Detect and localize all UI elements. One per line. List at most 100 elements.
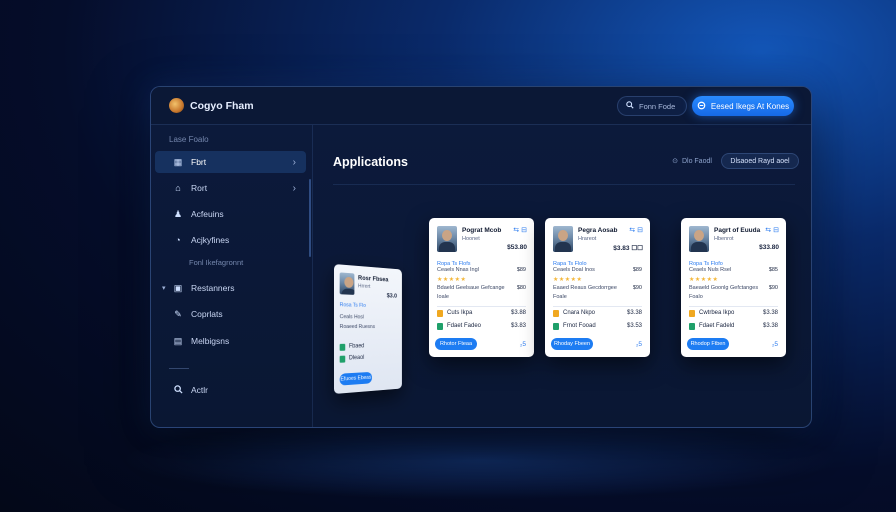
application-card[interactable]: Pegra Aosab Hrareot ⇆ ⊟ $3.83 ☐☐ Rapa Ts… (545, 218, 650, 357)
card-action-icons[interactable]: ⇆ ⊟ (765, 226, 779, 234)
avatar (553, 226, 573, 252)
card-feature-value: $3.38 (762, 310, 778, 316)
caret-down-icon: ▾ (162, 285, 166, 292)
pen-icon: ✎ (174, 308, 182, 319)
primary-action-label: Eesed Ikegs At Kones (710, 101, 790, 111)
card-row-label: Ceals Hosl (339, 314, 364, 321)
card-row: Ceals Hosl (340, 314, 397, 323)
avatar (339, 272, 355, 295)
card-row: Ceaels Nuls Rsel $85 (689, 267, 778, 276)
filter-chip-b[interactable]: Dlsaoed Rayd aoel (721, 153, 799, 169)
card-row-label: Ceaels Doal Inos (553, 267, 595, 273)
card-row-value: $90 (768, 285, 778, 291)
brand[interactable]: Cogyo Fham (169, 98, 254, 113)
card-pager[interactable]: ₂5 (772, 341, 778, 348)
sidebar-item-restanners[interactable]: ▾ ▣ Restanners (155, 277, 306, 299)
application-card[interactable]: Pograt Mcob Hoonet ⇆ ⊟ $53.80 Ropa Ts Fl… (429, 218, 534, 357)
card-name: Pagrt of Euuda (714, 227, 761, 234)
sidebar-item-label: Rort (191, 183, 208, 193)
card-feature-value: $3.38 (626, 310, 642, 316)
card-tag: Rosa Ts Flo (339, 302, 366, 309)
card-row-value: $80 (516, 285, 526, 291)
feature-icon (437, 309, 443, 317)
avatar (437, 226, 457, 252)
link-icon[interactable]: ⇆ (765, 227, 771, 234)
sidebar-scrollbar[interactable] (309, 179, 311, 257)
card-feature: Cnara Nkpo $3.38 (553, 308, 642, 318)
sidebar-item-label: Acfeuins (191, 209, 224, 219)
primary-action-button[interactable]: Eesed Ikegs At Kones (692, 96, 794, 116)
bookmark-icon[interactable]: ⊟ (637, 227, 643, 234)
card-row-value: $89 (632, 267, 642, 273)
main-divider (333, 184, 795, 185)
sidebar-item-label: Restanners (191, 283, 235, 293)
sidebar-item-label: Fbrt (191, 157, 207, 167)
card-row-label: Ceaels Nuls Rsel (689, 267, 732, 273)
sidebar-item-fbrt[interactable]: ▦ Fbrt › (155, 151, 306, 173)
search-button[interactable]: Fonn Fode (617, 96, 687, 116)
card-action-button[interactable]: Efuoes Ebeas (339, 371, 373, 386)
card-header: Pagrt of Euuda Hbenrot ⇆ ⊟ $33.80 (689, 226, 779, 252)
application-card[interactable]: Pagrt of Euuda Hbenrot ⇆ ⊟ $33.80 Ropa T… (681, 218, 786, 357)
card-feature-label: Fdaet Fadeo (447, 323, 482, 329)
sidebar-item-acjkyfines[interactable]: ◔ Acjkyfines (155, 229, 306, 251)
chevron-right-icon: › (292, 156, 296, 168)
card-feature: Fdaet Fadeld $3.38 (689, 321, 778, 331)
card-row-value: $85 (768, 267, 778, 273)
users-icon: ♟ (173, 208, 183, 219)
filter-icon: ⊙ (672, 158, 678, 165)
filter-chip-a[interactable]: ⊙ Dlo Faodl (667, 153, 717, 169)
card-role: Hrareot (578, 236, 597, 242)
card-pager[interactable]: ₂5 (520, 341, 526, 348)
link-icon[interactable]: ⇆ (629, 227, 635, 234)
bookmark-icon[interactable]: ⊟ (521, 227, 527, 234)
card-action-button[interactable]: Rhodop Ftben (687, 338, 729, 350)
card-feature: Fbaed (339, 341, 397, 352)
sidebar-item-actlr[interactable]: Actlr (155, 379, 306, 401)
card-row: Ceaels Nnas Ingl $89 (437, 267, 526, 276)
card-price: $3.0 (386, 292, 398, 300)
card-feature-label: Dleaol (348, 354, 365, 362)
page-title: Applications (333, 155, 409, 169)
card-feature-label: Cuts Ikpa (447, 310, 473, 316)
card-feature-label: Frnot Fooad (563, 323, 596, 329)
card-feature-value: $3.38 (762, 323, 778, 329)
sidebar-sub-item[interactable]: Fonl Ikefagronnt (189, 258, 243, 267)
card-name: Pograt Mcob (462, 227, 502, 234)
filter-chip-label: Dlo Faodl (681, 157, 712, 165)
card-action-button[interactable]: Rhotor Fteaa (435, 338, 477, 350)
top-bar: Cogyo Fham Fonn Fode Eesed Ikegs At Kone… (151, 87, 811, 125)
sidebar-item-acfeuins[interactable]: ♟ Acfeuins (155, 203, 306, 225)
card-divider (553, 306, 642, 307)
sidebar-item-rort[interactable]: ⌂ Rort › (155, 177, 306, 199)
card-divider (689, 306, 778, 307)
filter-chip-label: Dlsaoed Rayd aoel (730, 157, 790, 165)
feature-icon (437, 322, 443, 330)
tilted-application-card[interactable]: Rosr Fbsea Hrrert $3.0 Rosa Ts Flo Ceals… (334, 264, 402, 394)
link-icon[interactable]: ⇆ (513, 227, 519, 234)
card-feature-label: Fbaed (348, 343, 365, 350)
card-role: Hoonet (462, 236, 480, 242)
logo-icon (169, 98, 184, 113)
bookmark-icon[interactable]: ⊟ (773, 227, 779, 234)
card-row: Foalo (689, 294, 778, 303)
card-feature-label: Fdaet Fadeld (699, 323, 735, 329)
card-row-label: Bdaeld Geelsaue Gefcange (437, 285, 505, 291)
search-icon (626, 101, 634, 111)
card-action-icons[interactable]: ⇆ ⊟ (629, 226, 643, 234)
sidebar-divider (169, 368, 189, 369)
card-row-value: $90 (632, 285, 642, 291)
card-role: Hrrert (357, 283, 371, 290)
sidebar-item-melbigsns[interactable]: ▤ Melbigsns (155, 330, 306, 352)
circle-icon: ◔ (175, 235, 181, 245)
briefcase-icon: ▣ (173, 282, 183, 293)
card-pager[interactable]: ₂5 (636, 341, 642, 348)
sidebar-item-coprlats[interactable]: ✎ Coprlats (155, 303, 306, 325)
sidebar-section-label: Lase Foalo (169, 135, 209, 144)
card-row-label: Foalo (689, 294, 703, 300)
card-row: Eaaed Reaus Gecdorrgee $90 (553, 285, 642, 294)
card-action-icons[interactable]: ⇆ ⊟ (513, 226, 527, 234)
card-action-button[interactable]: Rhoday Fbeen (551, 338, 593, 350)
card-feature: Fdaet Fadeo $3.83 (437, 321, 526, 331)
brand-name: Cogyo Fham (190, 99, 254, 112)
